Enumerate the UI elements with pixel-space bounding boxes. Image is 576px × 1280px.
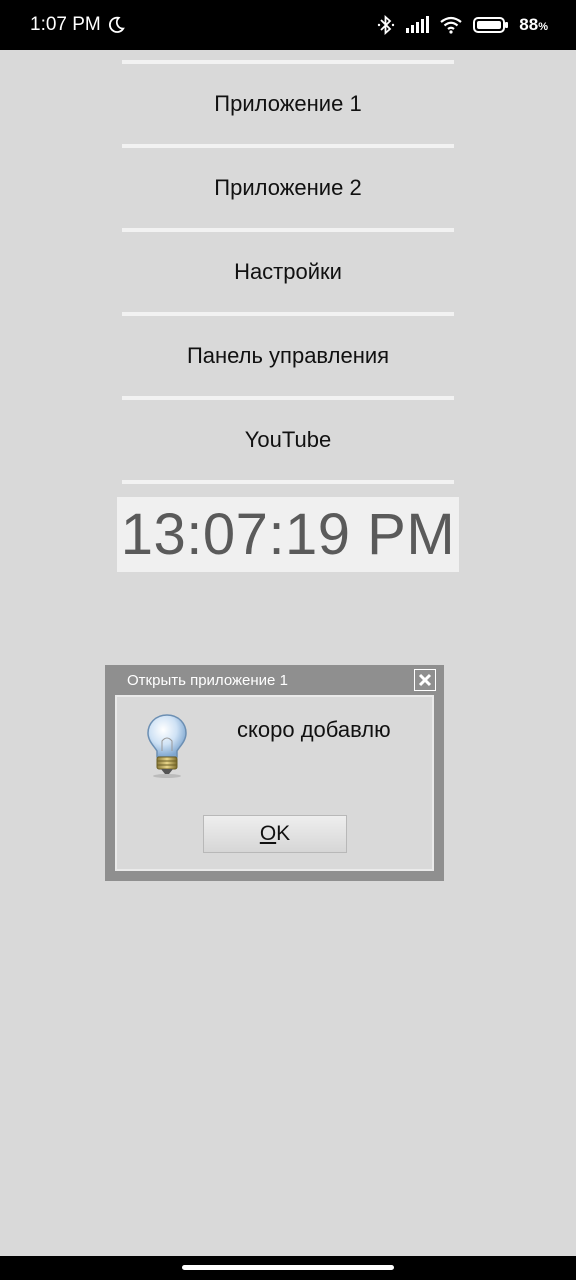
- signal-icon: [405, 16, 430, 34]
- status-bar: 1:07 PM 88%: [0, 0, 576, 50]
- wifi-icon: [439, 16, 463, 34]
- dialog-titlebar[interactable]: Открыть приложение 1: [115, 665, 436, 695]
- bluetooth-icon: [377, 15, 395, 35]
- battery-icon: [473, 16, 509, 34]
- ok-label-rest: K: [276, 822, 291, 845]
- digital-clock: 13:07:19 PM: [117, 497, 459, 572]
- dialog-message: скоро добавлю: [237, 717, 391, 742]
- app-menu: Приложение 1 Приложение 2 Настройки Пане…: [122, 60, 454, 484]
- menu-item-app-1[interactable]: Приложение 1: [122, 64, 454, 144]
- status-right: 88%: [377, 15, 548, 35]
- navigation-bar: [0, 1256, 576, 1280]
- ok-button[interactable]: OK: [203, 815, 347, 853]
- menu-item-app-2[interactable]: Приложение 2: [122, 148, 454, 228]
- ok-mnemonic: O: [259, 822, 277, 845]
- dialog-body: скоро добавлю OK: [115, 695, 434, 871]
- moon-icon: [107, 16, 125, 34]
- status-time: 1:07 PM: [30, 14, 101, 35]
- menu-item-youtube[interactable]: YouTube: [122, 400, 454, 480]
- home-gesture-handle[interactable]: [182, 1265, 394, 1270]
- menu-item-control-panel[interactable]: Панель управления: [122, 316, 454, 396]
- menu-divider: [122, 480, 454, 484]
- dialog-title: Открыть приложение 1: [127, 671, 288, 689]
- lightbulb-icon: [145, 713, 189, 784]
- close-icon: [418, 673, 432, 687]
- message-dialog: Открыть приложение 1 скоро добавлю O K: [105, 665, 444, 881]
- close-button[interactable]: [414, 669, 436, 691]
- status-left: 1:07 PM: [30, 14, 125, 36]
- menu-item-settings[interactable]: Настройки: [122, 232, 454, 312]
- battery-level: 88%: [519, 15, 548, 34]
